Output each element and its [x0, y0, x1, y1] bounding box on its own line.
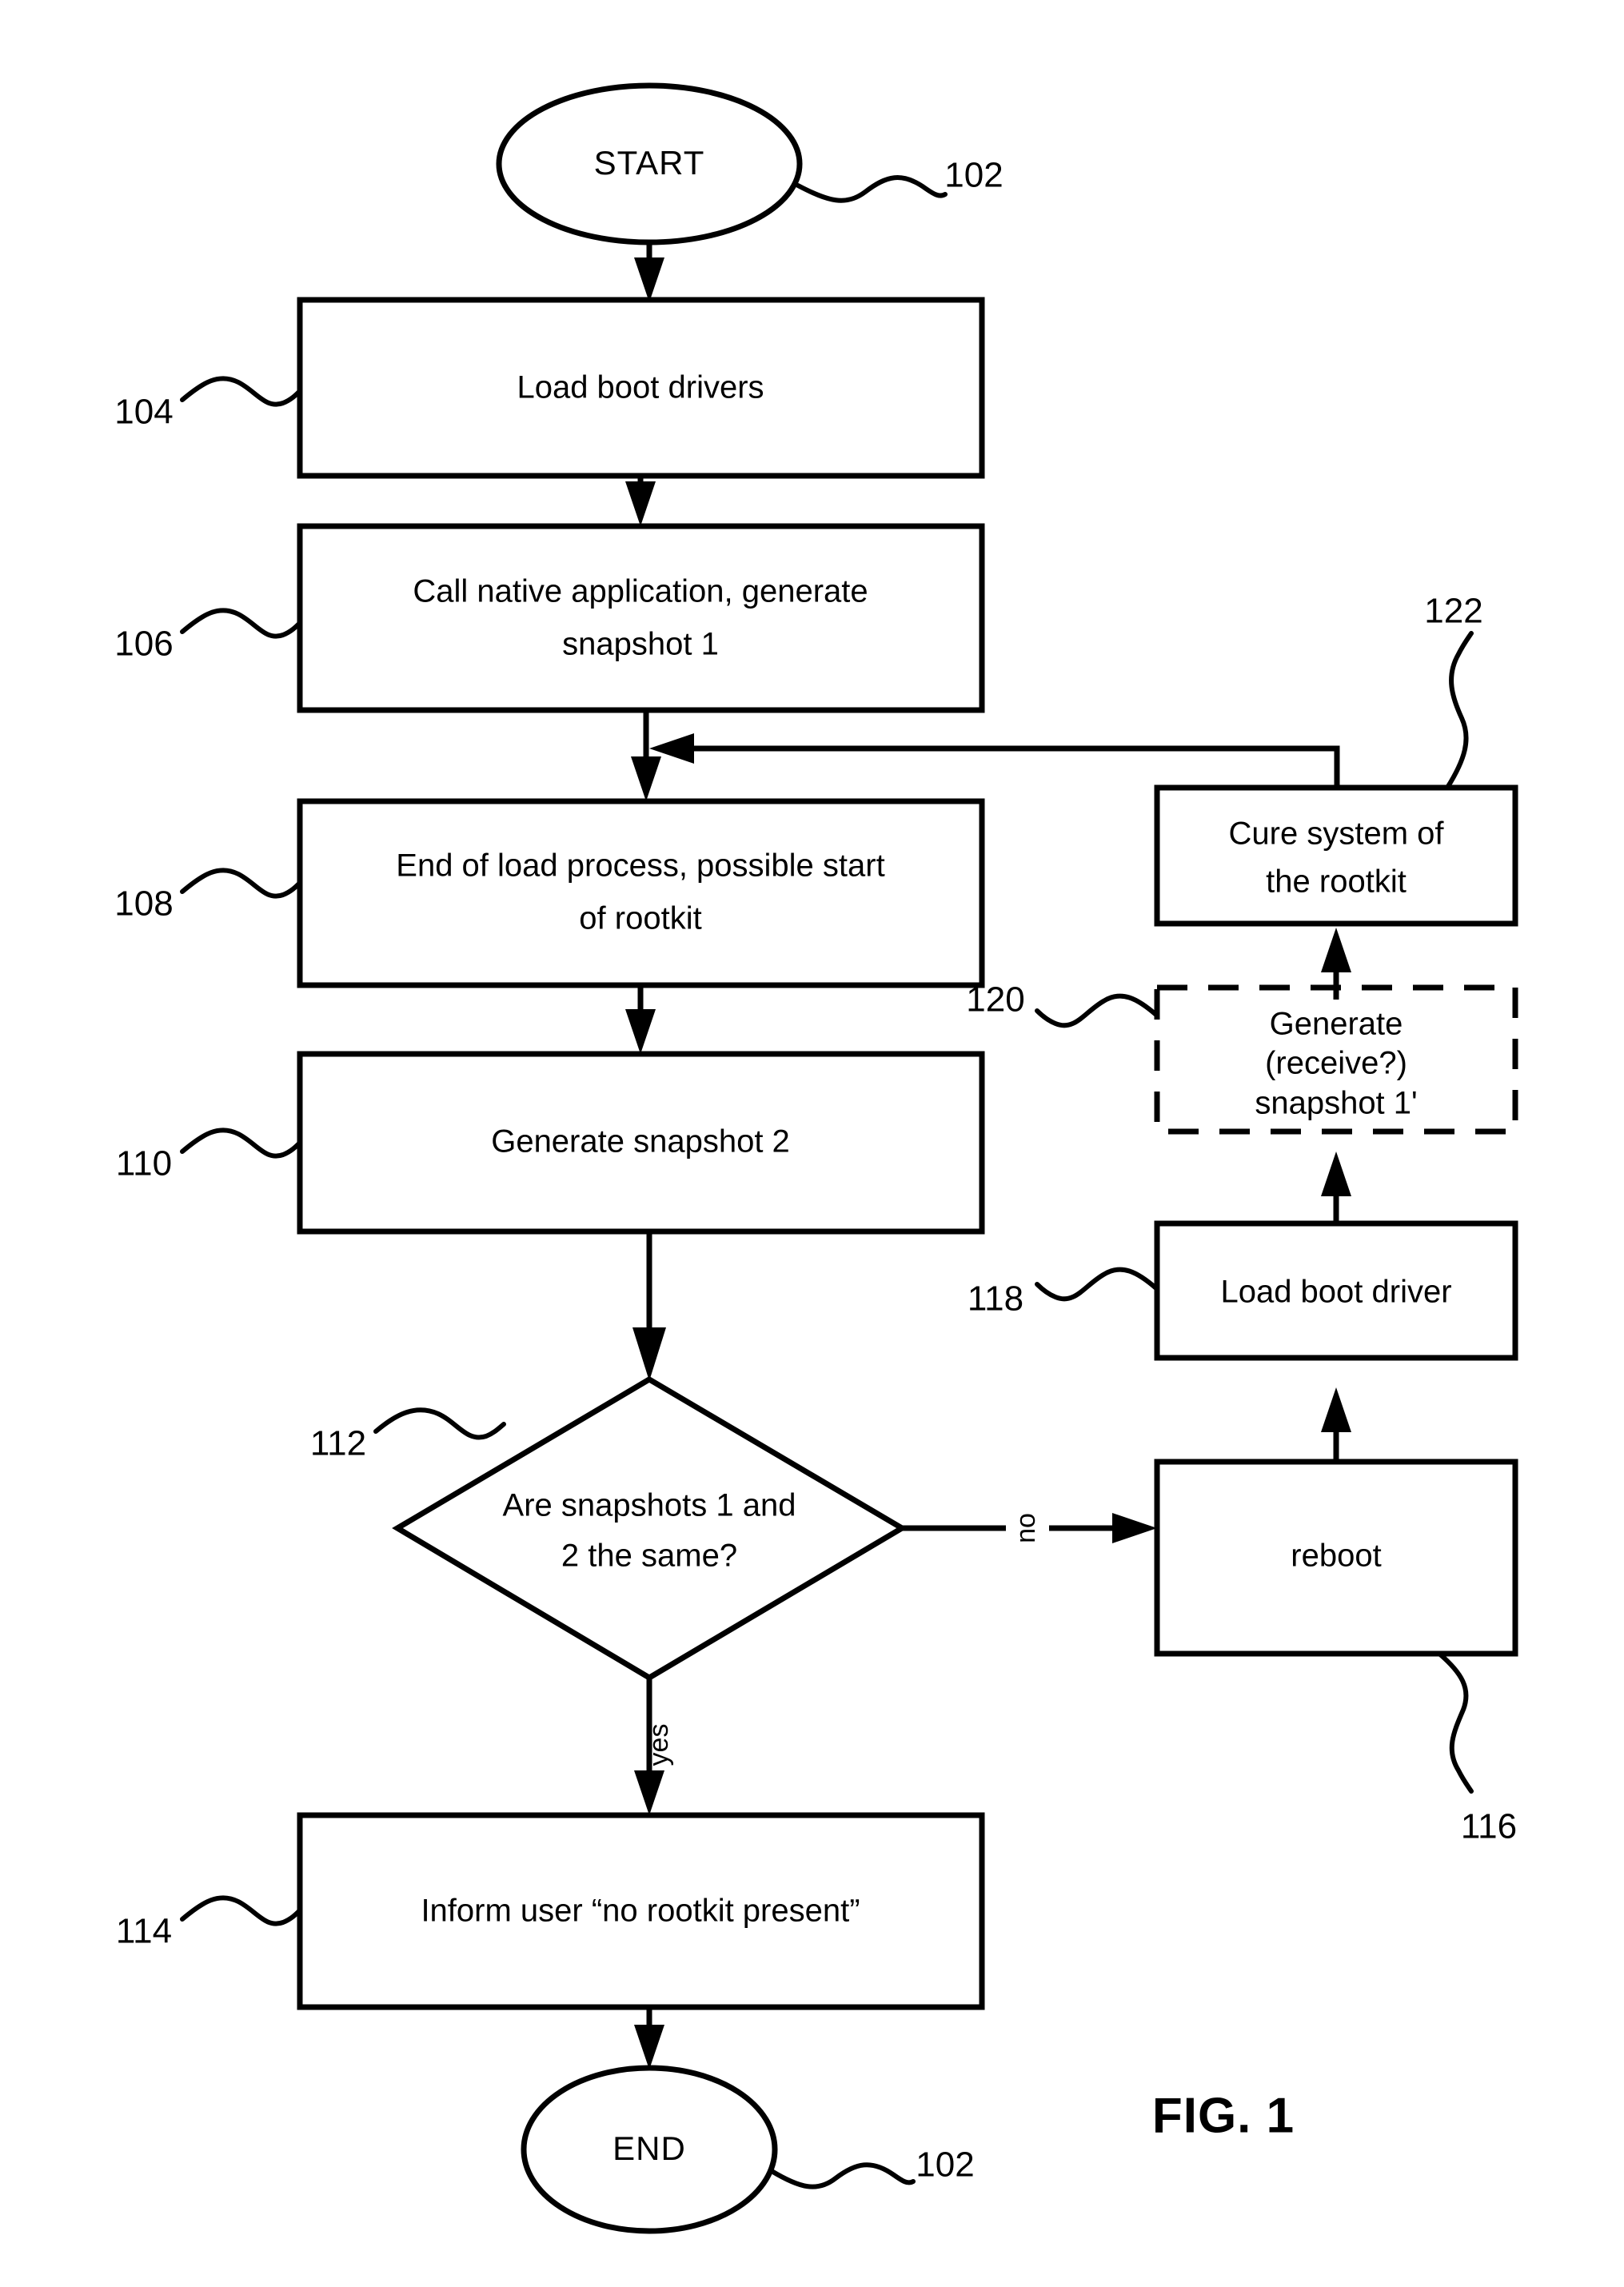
connector-cure-to-end-of-load — [649, 733, 1340, 788]
leader-line-118 — [1035, 1267, 1159, 1302]
inform-user-label: Inform user “no rootkit present” — [421, 1894, 860, 1929]
leader-line-110 — [180, 1128, 302, 1159]
ref-number-108: 108 — [114, 884, 173, 924]
generate-snapshot-2-label: Generate snapshot 2 — [491, 1124, 790, 1159]
connector-start-to-104 — [634, 242, 664, 302]
figure-caption: FIG. 1 — [1152, 2088, 1295, 2143]
node-cure-system: Cure system of the rootkit — [1154, 784, 1518, 927]
ref-number-110: 110 — [116, 1144, 172, 1183]
generate-snapshot-1-prime-line2: (receive?) — [1265, 1046, 1407, 1081]
connector-112-no-to-reboot: no — [902, 1513, 1157, 1543]
connector-106-to-108 — [631, 710, 661, 801]
start-label: START — [594, 144, 705, 182]
ref-number-122: 122 — [1424, 592, 1482, 631]
node-end: END — [521, 2065, 778, 2234]
generate-snapshot-1-prime-line3: snapshot 1' — [1255, 1086, 1417, 1121]
arrowhead-icon — [1321, 1151, 1351, 1196]
flowchart-diagram: START 102 Load boot drivers 104 Call nat… — [114, 82, 1518, 2234]
branch-label-yes: yes — [644, 1724, 674, 1766]
arrowhead-icon — [634, 257, 664, 302]
arrowhead-icon — [1112, 1513, 1157, 1543]
ref-number-116: 116 — [1461, 1807, 1517, 1846]
node-generate-snapshot-2: Generate snapshot 2 — [297, 1051, 985, 1235]
branch-label-no: no — [1011, 1513, 1041, 1543]
leader-line-120 — [1035, 993, 1159, 1028]
ref-number-102-start: 102 — [944, 156, 1003, 195]
node-inform-user: Inform user “no rootkit present” — [297, 1812, 985, 2010]
connector-112-yes-to-114: yes — [634, 1678, 674, 1815]
decision-line2: 2 the same? — [561, 1539, 737, 1574]
cure-system-line1: Cure system of — [1229, 816, 1445, 852]
call-native-application-box — [297, 523, 985, 713]
leader-line-106 — [180, 608, 302, 639]
decision-diamond — [392, 1375, 908, 1682]
reboot-label: reboot — [1291, 1539, 1381, 1574]
node-start: START — [496, 82, 803, 245]
arrowhead-icon — [625, 1009, 656, 1054]
call-native-application-line2: snapshot 1 — [562, 627, 719, 662]
connector-108-to-110 — [625, 985, 656, 1054]
leader-line-114 — [180, 1895, 302, 1926]
node-load-boot-drivers: Load boot drivers — [297, 297, 985, 479]
node-load-boot-driver: Load boot driver — [1154, 1220, 1518, 1361]
arrowhead-icon — [634, 2025, 664, 2069]
arrowhead-icon — [1321, 1387, 1351, 1432]
arrowhead-icon — [632, 1327, 666, 1381]
feedback-line — [673, 745, 1340, 788]
arrowhead-icon — [631, 756, 661, 801]
load-boot-driver-label: Load boot driver — [1220, 1275, 1451, 1310]
end-of-load-process-line2: of rootkit — [579, 901, 701, 936]
ref-number-106: 106 — [114, 625, 173, 664]
node-reboot: reboot — [1154, 1459, 1518, 1657]
leader-line-122 — [1445, 631, 1474, 790]
node-call-native-application: Call native application, generate snapsh… — [297, 523, 985, 713]
leader-line-112 — [373, 1407, 506, 1440]
generate-snapshot-1-prime-line1: Generate — [1270, 1007, 1403, 1042]
connector-118-to-120 — [1321, 1151, 1351, 1223]
ref-number-114: 114 — [116, 1912, 172, 1951]
call-native-application-line1: Call native application, generate — [413, 574, 868, 609]
load-boot-drivers-label: Load boot drivers — [517, 370, 764, 405]
patent-figure: START 102 Load boot drivers 104 Call nat… — [0, 0, 1624, 2287]
node-decision-snapshots-same: Are snapshots 1 and 2 the same? — [392, 1375, 908, 1682]
ref-number-102-end: 102 — [916, 2145, 974, 2185]
node-generate-snapshot-1-prime: Generate (receive?) snapshot 1' — [1154, 984, 1518, 1135]
ref-number-112: 112 — [310, 1424, 366, 1463]
leader-line-start-102 — [796, 175, 948, 203]
end-of-load-process-box — [297, 798, 985, 988]
leader-line-104 — [180, 376, 302, 407]
arrowhead-icon — [634, 1770, 664, 1815]
connector-104-to-106 — [625, 476, 656, 526]
ref-number-120: 120 — [966, 980, 1024, 1020]
connector-114-to-end — [634, 2007, 664, 2069]
arrowhead-icon — [625, 481, 656, 526]
cure-system-line2: the rootkit — [1266, 864, 1407, 900]
end-label: END — [612, 2129, 686, 2167]
leader-line-108 — [180, 868, 302, 899]
node-end-of-load-process: End of load process, possible start of r… — [297, 798, 985, 988]
ref-number-118: 118 — [968, 1279, 1023, 1319]
connector-110-to-112 — [632, 1231, 666, 1381]
leader-line-end-102 — [769, 2162, 916, 2189]
ref-number-104: 104 — [114, 393, 173, 432]
decision-line1: Are snapshots 1 and — [503, 1488, 796, 1523]
end-of-load-process-line1: End of load process, possible start — [396, 848, 884, 884]
cure-system-box — [1154, 784, 1518, 927]
connector-116-to-118 — [1321, 1387, 1351, 1462]
leader-line-116 — [1437, 1651, 1474, 1794]
arrowhead-icon — [1321, 928, 1351, 972]
